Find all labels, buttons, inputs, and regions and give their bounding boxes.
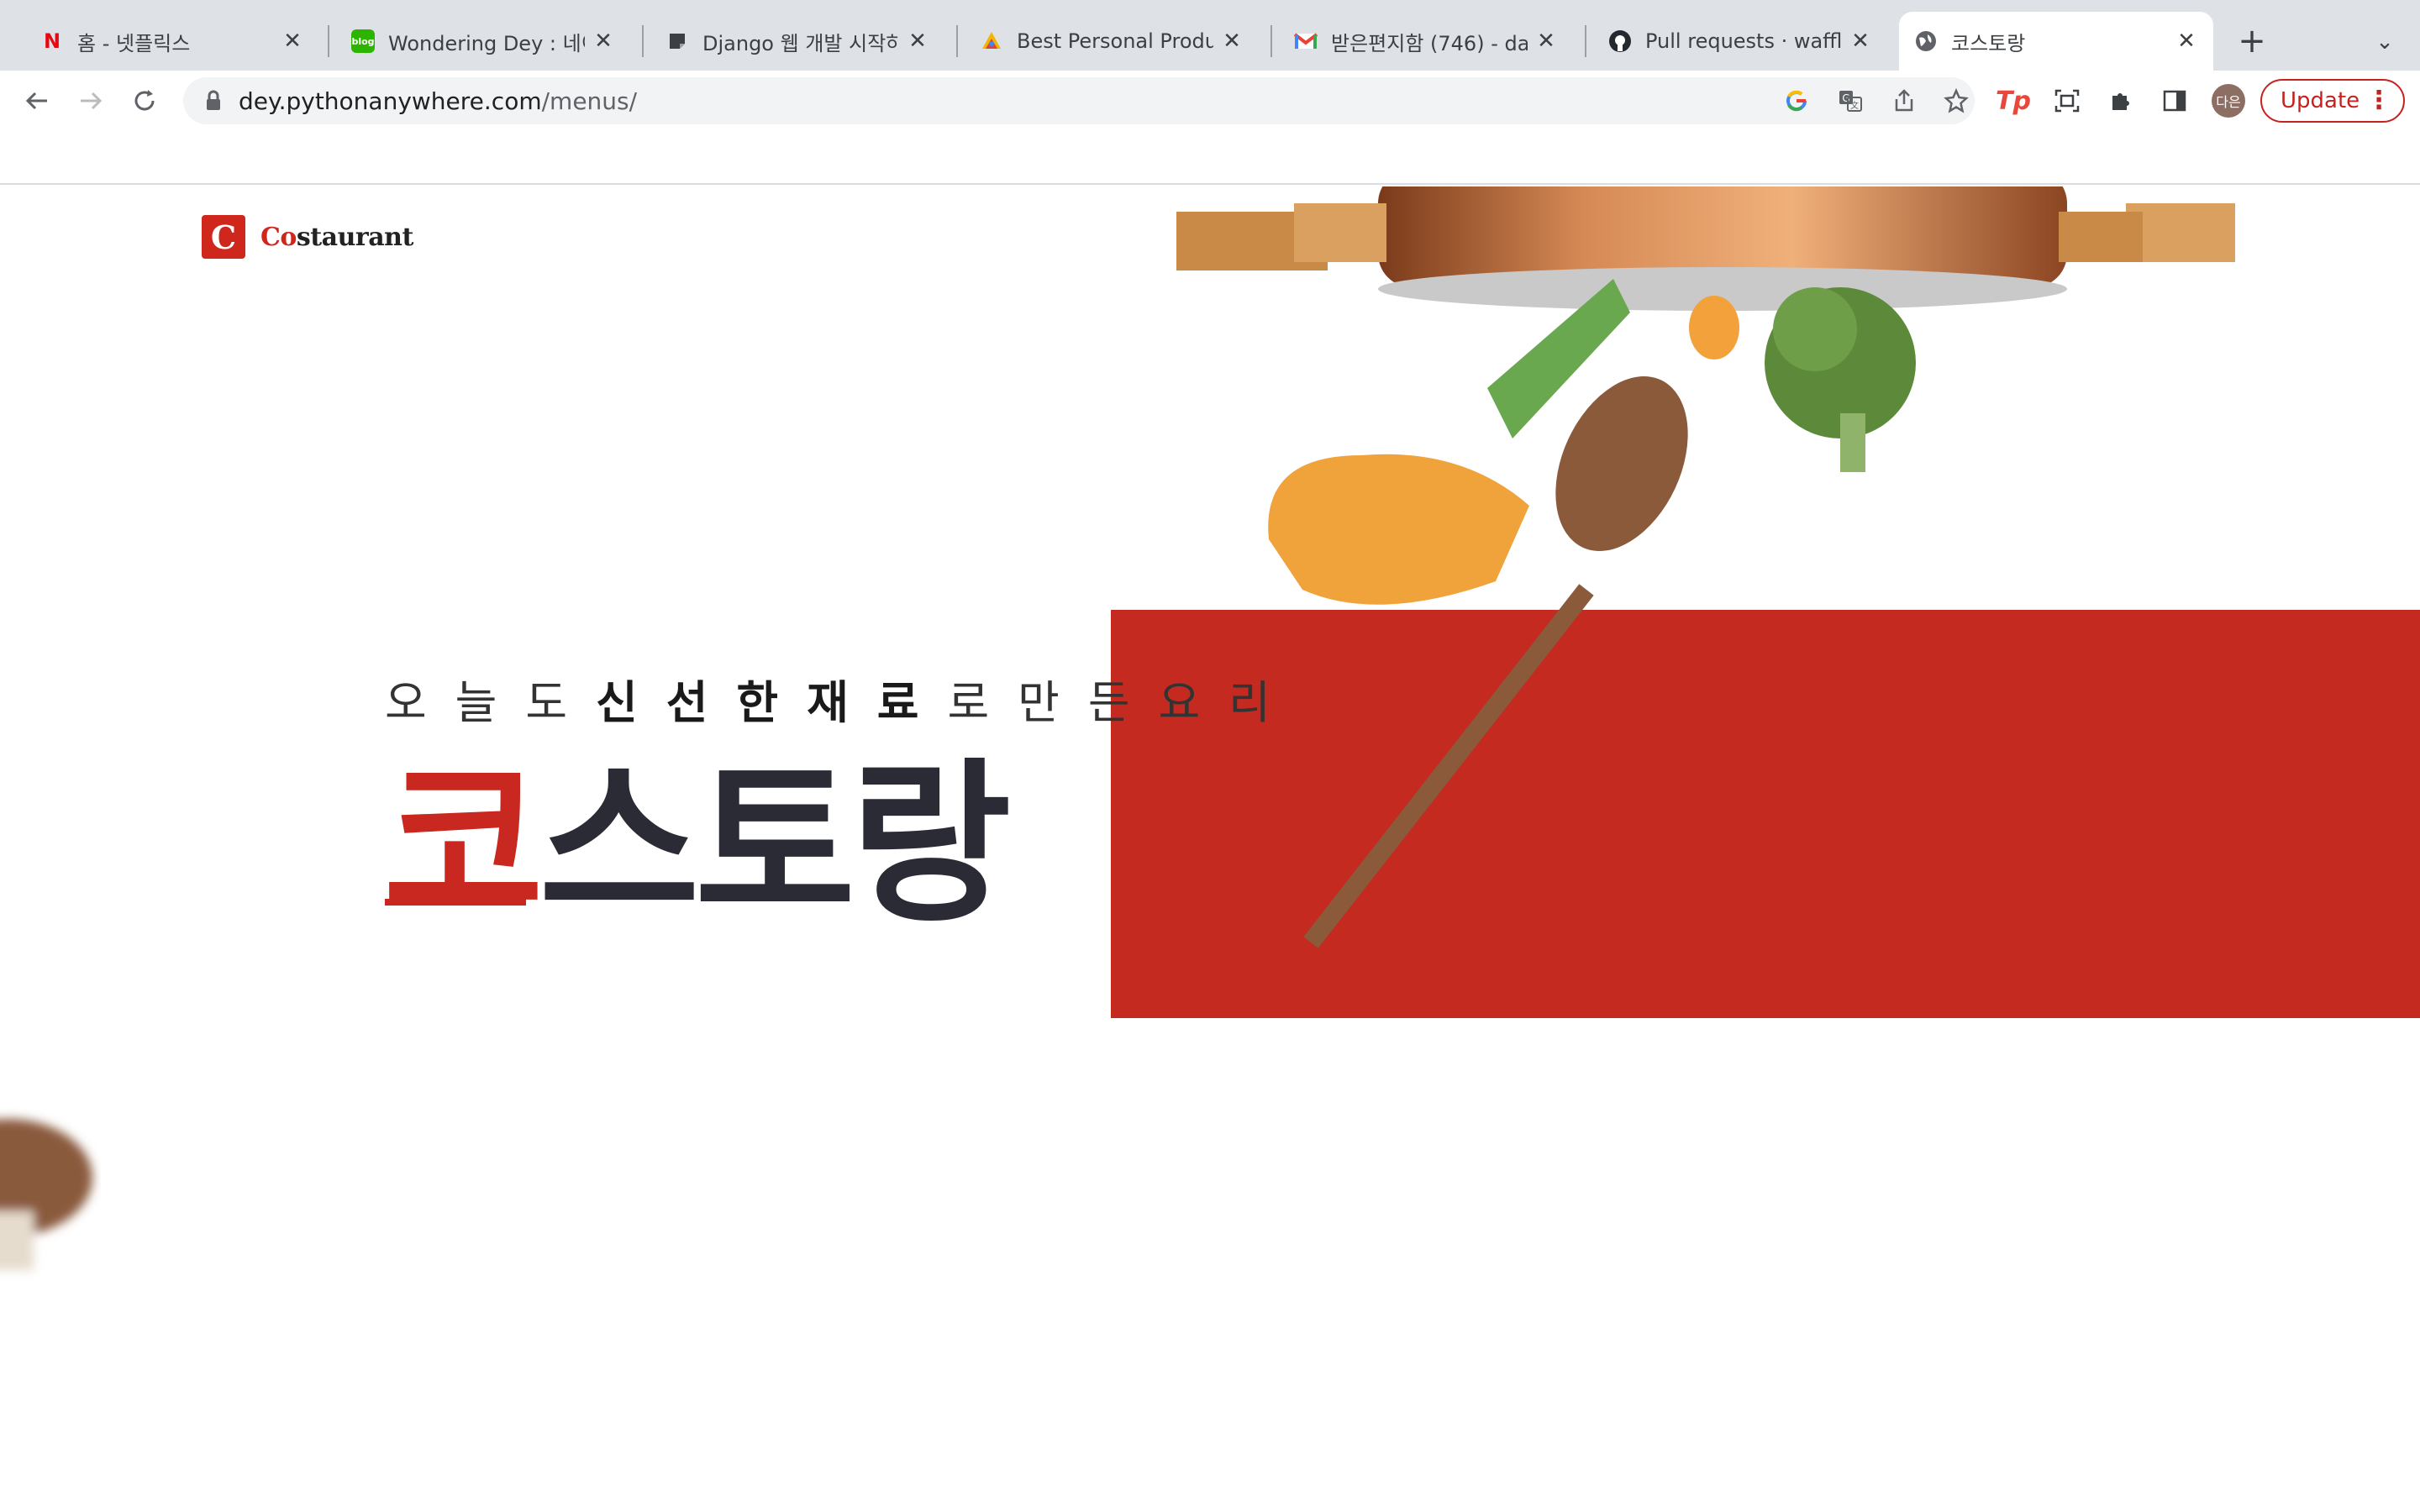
title-accent-underline (385, 899, 526, 906)
site-logo[interactable]: C Costaurant (202, 215, 413, 259)
close-icon[interactable]: ✕ (906, 29, 929, 54)
logo-text-red: Co (260, 222, 297, 252)
back-button[interactable] (17, 81, 57, 121)
url-host: dey.pythonanywhere.com (239, 87, 542, 115)
hero-title: 코스토랑 (383, 758, 1011, 932)
close-icon[interactable]: ✕ (592, 29, 615, 54)
page-content: C Costaurant 오늘도신선한재료로만든요리 코스토랑 (0, 186, 2420, 1512)
logo-text: Costaurant (260, 223, 413, 252)
browser-toolbar: dey.pythonanywhere.com/menus/ G文 Tp 다은 U… (0, 71, 2420, 131)
logo-mark: C (202, 215, 245, 259)
tab-label: Pull requests · waffle (1645, 29, 1842, 53)
tab-label: 받은편지함 (746) - daw (1331, 31, 1528, 55)
svg-text:文: 文 (1850, 100, 1859, 111)
hero-tagline: 오늘도신선한재료로만든요리 (385, 665, 1299, 732)
arrow-left-icon (25, 92, 47, 110)
more-vert-icon: ⋮ (2366, 86, 2391, 115)
profile-avatar[interactable]: 다은 (2212, 84, 2245, 118)
close-icon[interactable]: ✕ (281, 29, 304, 54)
tab-strip: N 홈 - 넷플릭스 ✕ blog Wondering Dey : 네이버 ✕ … (0, 0, 2420, 71)
new-tab-button[interactable]: + (2235, 20, 2269, 62)
mushroom-icon (0, 1119, 92, 1270)
hero-title-rest: 스토랑 (539, 743, 1011, 947)
google-lens-icon[interactable] (1781, 86, 1812, 116)
share-icon[interactable] (1889, 86, 1919, 116)
tab-label: Best Personal Produc (1017, 29, 1213, 53)
naver-blog-icon: blog (351, 29, 375, 53)
update-label: Update (2281, 88, 2360, 113)
tab-separator (1585, 25, 1586, 57)
gmail-icon (1294, 29, 1318, 53)
side-panel-icon[interactable] (2156, 82, 2193, 119)
tab-label: 홈 - 넷플릭스 (77, 31, 191, 55)
tab-separator (1270, 25, 1272, 57)
copper-pot-icon (1176, 186, 2235, 311)
extensions-puzzle-icon[interactable] (2102, 82, 2139, 119)
arrow-right-icon (81, 92, 103, 110)
tab-product[interactable]: Best Personal Produc ✕ (965, 12, 1259, 71)
address-bar[interactable]: dey.pythonanywhere.com/menus/ G文 (183, 77, 1975, 124)
falling-ingredients-illustration: 420" rx="50" ry="40" fill="#6b4a36"/> (1176, 186, 2235, 948)
translate-icon[interactable]: G文 (1835, 86, 1865, 116)
bookmark-bar (0, 131, 2420, 185)
tagline-part-2: 로만든요리 (947, 676, 1299, 729)
close-icon[interactable]: ✕ (1534, 29, 1558, 54)
tagline-part-1: 오늘도 (385, 676, 597, 729)
reload-icon (134, 90, 155, 111)
hero-title-first: 코 (383, 743, 544, 947)
github-icon (1608, 29, 1632, 53)
tab-separator (956, 25, 958, 57)
product-icon (980, 29, 1003, 53)
lock-icon[interactable] (202, 89, 225, 113)
tab-costaurant[interactable]: 코스토랑 ✕ (1899, 12, 2213, 71)
tab-search-chevron-icon[interactable]: ⌄ (2368, 24, 2402, 60)
globe-icon (1914, 29, 1938, 53)
update-button[interactable]: Update ⋮ (2260, 79, 2405, 123)
tab-label: Django 웹 개발 시작하기 (702, 31, 899, 55)
tab-label: Wondering Dey : 네이버 (388, 31, 585, 55)
tab-netflix[interactable]: N 홈 - 넷플릭스 ✕ (25, 12, 319, 71)
tab-naver-blog[interactable]: blog Wondering Dey : 네이버 ✕ (336, 12, 630, 71)
tab-django[interactable]: Django 웹 개발 시작하기 ✕ (650, 12, 944, 71)
tab-gmail[interactable]: 받은편지함 (746) - daw ✕ (1279, 12, 1573, 71)
url-path: /menus/ (541, 87, 638, 115)
tab-github[interactable]: Pull requests · waffle ✕ (1593, 12, 1887, 71)
tagline-bold: 신선한재료 (596, 676, 948, 729)
netflix-icon: N (43, 29, 61, 53)
screenshot-extension-icon[interactable] (2049, 82, 2086, 119)
reload-button[interactable] (124, 81, 165, 121)
close-icon[interactable]: ✕ (2175, 29, 2198, 54)
tab-separator (642, 25, 644, 57)
forward-button[interactable] (71, 81, 111, 121)
bookmark-star-icon[interactable] (1941, 86, 1971, 116)
document-icon (666, 29, 689, 53)
close-icon[interactable]: ✕ (1849, 29, 1872, 54)
close-icon[interactable]: ✕ (1220, 29, 1244, 54)
url-text[interactable]: dey.pythonanywhere.com/menus/ (239, 87, 637, 115)
logo-text-dark: staurant (296, 222, 413, 252)
tab-separator (328, 25, 329, 57)
tab-label: 코스토랑 (1951, 31, 2026, 55)
tp-extension-icon[interactable]: Tp (1995, 82, 2032, 119)
